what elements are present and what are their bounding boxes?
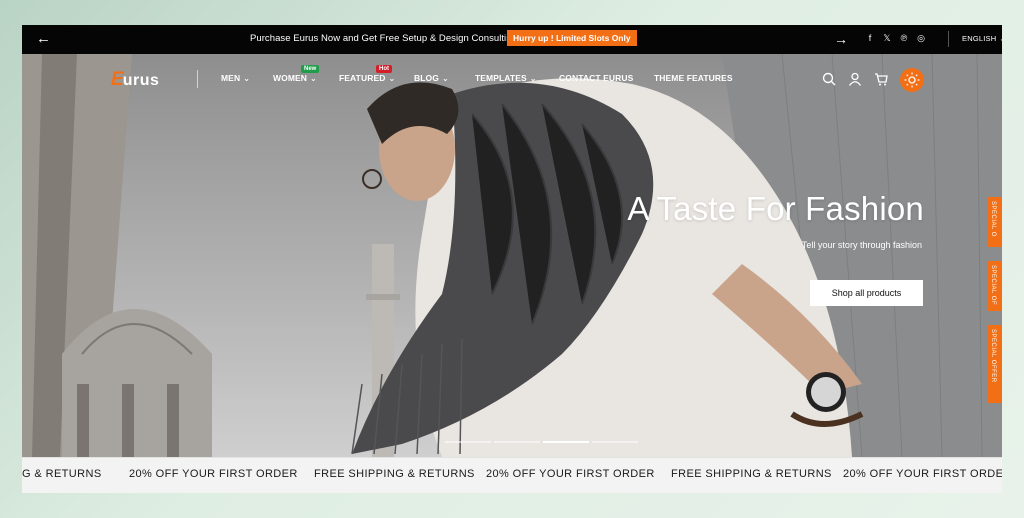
nav-item-label: WOMEN xyxy=(273,73,308,83)
nav-item-theme-features[interactable]: THEME FEATURES xyxy=(654,73,733,83)
hero-title: A Taste For Fashion xyxy=(627,190,924,227)
special-offer-tab[interactable]: SPECIAL O xyxy=(988,197,1002,247)
side-tab-label: SPECIAL OF xyxy=(990,265,996,306)
topbar-divider xyxy=(948,31,949,47)
logo-wordmark: urus xyxy=(122,72,160,89)
chevron-down-icon: ⌄ xyxy=(999,36,1002,43)
nav-item-label: CONTACT EURUS xyxy=(559,73,634,83)
search-icon[interactable] xyxy=(822,72,836,86)
eurus-logo[interactable]: Eurus xyxy=(111,69,160,90)
promo-marquee: G & RETURNS 20% OFF YOUR FIRST ORDER FRE… xyxy=(22,457,1002,493)
nav-item-blog[interactable]: BLOG ⌄ xyxy=(414,73,449,83)
nav-item-featured[interactable]: FEATURED ⌄ xyxy=(339,73,395,83)
marquee-item: 20% OFF YOUR FIRST ORDER xyxy=(129,468,298,480)
account-icon[interactable] xyxy=(848,72,862,86)
browser-frame: ← Purchase Eurus Now and Get Free Setup … xyxy=(22,25,1002,493)
language-selector[interactable]: ENGLISH⌄ xyxy=(962,34,1002,43)
arrow-right-icon[interactable]: → xyxy=(834,31,848,47)
nav-divider xyxy=(197,70,198,88)
pinterest-icon[interactable]: ℗ xyxy=(899,33,909,44)
slide-indicator[interactable] xyxy=(494,441,540,443)
hot-tag: Hot xyxy=(376,65,392,73)
marquee-item: G & RETURNS xyxy=(22,468,102,480)
announcement-bar: ← Purchase Eurus Now and Get Free Setup … xyxy=(22,25,1002,54)
nav-item-contact-eurus[interactable]: CONTACT EURUS xyxy=(559,73,633,83)
side-tab-label: SPECIAL O xyxy=(990,201,996,237)
nav-item-label: BLOG xyxy=(414,73,439,83)
chevron-down-icon: ⌄ xyxy=(529,74,537,83)
slide-indicator[interactable] xyxy=(592,441,638,443)
slide-indicator[interactable] xyxy=(445,441,491,443)
chevron-down-icon: ⌄ xyxy=(441,74,449,83)
nav-item-label: MEN xyxy=(221,73,241,83)
marquee-item: FREE SHIPPING & RETURNS xyxy=(671,468,832,480)
marquee-item: FREE SHIPPING & RETURNS xyxy=(314,468,475,480)
marquee-item: 20% OFF YOUR FIRST ORDER xyxy=(486,468,655,480)
slider-pagination xyxy=(445,441,638,443)
cart-icon[interactable] xyxy=(874,72,888,86)
nav-item-men[interactable]: MEN ⌄ xyxy=(221,73,250,83)
main-navigation: Eurus MEN ⌄ New WOMEN ⌄ Hot FEATURED ⌄ BLOG… xyxy=(22,54,1002,104)
side-tab-label: SPECIAL OFFER xyxy=(990,329,996,383)
chevron-down-icon: ⌄ xyxy=(243,74,251,83)
hero-subtitle: Tell your story through fashion xyxy=(801,240,922,250)
arrow-left-icon[interactable]: ← xyxy=(36,31,51,47)
chevron-down-icon: ⌄ xyxy=(310,74,317,83)
slide-indicator-active[interactable] xyxy=(543,441,589,443)
hero-image xyxy=(22,54,1002,457)
special-offer-tab[interactable]: SPECIAL OF xyxy=(988,261,1002,311)
facebook-icon[interactable]: f xyxy=(865,33,875,44)
announcement-text: Purchase Eurus Now and Get Free Setup & … xyxy=(250,33,517,44)
nav-item-label: THEME FEATURES xyxy=(654,73,733,83)
language-label: ENGLISH xyxy=(962,34,997,43)
logo-mark: E xyxy=(111,69,124,90)
theme-toggle-button[interactable] xyxy=(900,68,924,92)
nav-item-label: FEATURED xyxy=(339,73,386,83)
new-tag: New xyxy=(301,65,320,73)
marquee-item: 20% OFF YOUR FIRST ORDER xyxy=(843,468,1002,480)
hero-banner: Eurus MEN ⌄ New WOMEN ⌄ Hot FEATURED ⌄ BLOG… xyxy=(22,54,1002,457)
nav-item-label: TEMPLATES xyxy=(475,73,527,83)
limited-slots-badge[interactable]: Hurry up ! Limited Slots Only xyxy=(507,30,637,46)
chevron-down-icon: ⌄ xyxy=(388,74,396,83)
x-twitter-icon[interactable]: 𝕏 xyxy=(882,33,892,44)
nav-item-templates[interactable]: TEMPLATES ⌄ xyxy=(475,73,537,83)
social-links: f 𝕏 ℗ ◎ xyxy=(865,33,926,44)
shop-all-products-button[interactable]: Shop all products xyxy=(810,280,923,306)
instagram-icon[interactable]: ◎ xyxy=(916,33,926,44)
nav-item-women[interactable]: WOMEN ⌄ xyxy=(273,73,317,83)
sun-icon xyxy=(904,72,920,88)
special-offer-tab[interactable]: SPECIAL OFFER xyxy=(988,325,1002,403)
